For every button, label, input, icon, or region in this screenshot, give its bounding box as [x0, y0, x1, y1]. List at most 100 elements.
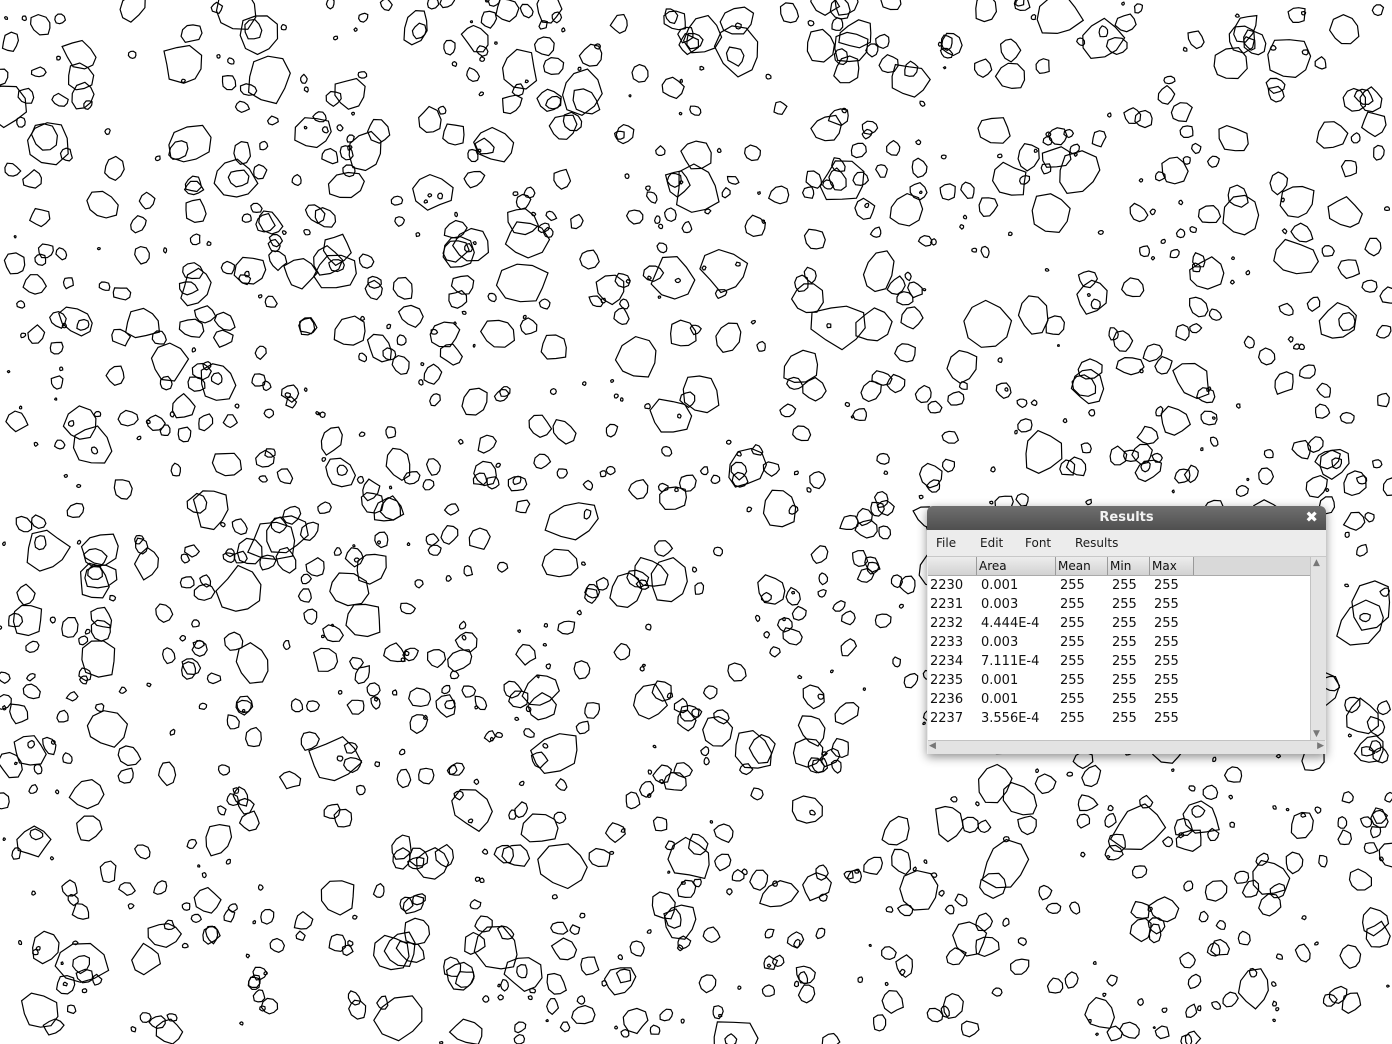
particle-outline — [1045, 315, 1066, 336]
menu-results[interactable]: Results — [1075, 536, 1118, 550]
particle-outline — [556, 468, 569, 479]
particle-outline — [676, 879, 697, 899]
particle-outline — [190, 913, 203, 924]
particle-outline — [266, 115, 279, 126]
cell-mean: 255 — [1060, 635, 1085, 650]
particle-outline — [118, 882, 136, 896]
particle-outline — [168, 124, 212, 163]
results-table[interactable]: Area Mean Min Max 2230 0.001 255 255 255 2231… — [928, 557, 1310, 740]
particle-outline — [544, 502, 599, 541]
menu-file[interactable]: File — [936, 536, 956, 550]
particle-outline — [1038, 884, 1053, 901]
table-row[interactable]: 2231 0.003 255 255 255 — [928, 595, 1310, 614]
cell-index: 2234 — [930, 654, 964, 669]
particle-outline — [1072, 751, 1094, 770]
particle-outline — [305, 556, 325, 577]
particle-outline — [1267, 85, 1285, 103]
table-row[interactable]: 2232 4.444E-4 255 255 255 — [928, 614, 1310, 633]
particle-outline — [935, 805, 964, 843]
column-header-index[interactable] — [928, 557, 977, 575]
results-window[interactable]: Results ✖ File Edit Font Results Area Me… — [927, 506, 1326, 754]
particle-outline — [253, 163, 268, 180]
particle-outline — [1314, 56, 1327, 70]
column-header-mean[interactable]: Mean — [1056, 557, 1108, 575]
particle-outline — [303, 608, 318, 625]
particle-outline — [546, 997, 560, 1016]
particle-outline — [427, 544, 442, 556]
particle-outline — [715, 322, 742, 353]
particle-outline — [1184, 1030, 1202, 1044]
cell-index: 2232 — [930, 616, 964, 631]
vertical-scrollbar[interactable]: ▲ ▼ — [1310, 557, 1326, 740]
cell-area: 3.556E-4 — [981, 711, 1040, 726]
particle-outline — [1237, 968, 1269, 1010]
particle-outline — [333, 546, 343, 556]
particle-outline — [550, 937, 578, 961]
particle-outline — [494, 41, 498, 45]
particle-outline — [937, 41, 943, 47]
particle-outline — [22, 683, 41, 700]
particle-outline — [159, 424, 171, 436]
scroll-up-icon[interactable]: ▲ — [1313, 558, 1320, 568]
particle-outline — [852, 171, 870, 187]
particle-outline — [1275, 1007, 1280, 1012]
particle-outline — [605, 423, 619, 438]
table-row[interactable]: 2235 0.001 255 255 255 — [928, 671, 1310, 690]
particle-outline — [329, 572, 370, 607]
particle-outline — [620, 827, 626, 833]
particle-outline — [469, 898, 482, 910]
particle-outline — [915, 139, 922, 146]
particle-outline — [584, 587, 599, 605]
particle-outline — [1070, 368, 1105, 405]
scroll-right-icon[interactable]: ▶ — [1317, 741, 1324, 751]
table-row[interactable]: 2233 0.003 255 255 255 — [928, 633, 1310, 652]
particle-outline — [220, 521, 226, 528]
horizontal-scrollbar[interactable]: ◀ ▶ — [928, 740, 1325, 754]
particle-outline — [213, 158, 259, 198]
table-row[interactable]: 2230 0.001 255 255 255 — [928, 576, 1310, 595]
particle-outline — [661, 76, 685, 100]
particle-outline — [1105, 854, 1111, 859]
particle-outline — [771, 954, 785, 968]
table-row[interactable]: 2237 3.556E-4 255 255 255 — [928, 709, 1310, 728]
close-icon[interactable]: ✖ — [1305, 508, 1318, 526]
particle-outline — [864, 202, 870, 209]
particle-outline — [483, 730, 497, 743]
particle-outline — [911, 157, 928, 179]
particle-outline — [608, 850, 615, 855]
particle-outline — [1278, 302, 1294, 317]
particle-outline — [791, 795, 823, 824]
particle-outline — [1321, 244, 1335, 257]
particle-outline — [1185, 1003, 1198, 1019]
table-row[interactable]: 2234 7.111E-4 255 255 255 — [928, 652, 1310, 671]
results-titlebar[interactable]: Results ✖ — [927, 506, 1326, 530]
particle-outline — [1322, 993, 1338, 1007]
particle-outline — [1139, 245, 1151, 258]
column-header-min[interactable]: Min — [1108, 557, 1150, 575]
particle-outline — [1218, 124, 1249, 152]
particle-outline — [698, 974, 717, 994]
particle-outline — [1342, 87, 1366, 112]
particle-outline — [325, 457, 357, 488]
table-row[interactable]: 2236 0.001 255 255 255 — [928, 690, 1310, 709]
particle-outline — [374, 697, 379, 702]
column-header-area[interactable]: Area — [977, 557, 1056, 575]
particle-outline — [281, 505, 302, 525]
particle-outline — [757, 191, 761, 196]
particle-outline — [298, 317, 316, 335]
menu-font[interactable]: Font — [1025, 536, 1051, 550]
column-header-max[interactable]: Max — [1150, 557, 1194, 575]
particle-outline — [138, 191, 156, 210]
cell-min: 255 — [1112, 654, 1137, 669]
particle-outline — [150, 342, 190, 382]
particle-outline — [652, 816, 668, 832]
particle-outline — [336, 124, 344, 132]
particle-outline — [501, 48, 538, 90]
particle-outline — [515, 193, 532, 210]
particle-outline — [1237, 930, 1251, 946]
menu-edit[interactable]: Edit — [980, 536, 1003, 550]
scroll-left-icon[interactable]: ◀ — [929, 741, 936, 751]
particle-outline — [746, 506, 753, 513]
scroll-down-icon[interactable]: ▼ — [1313, 729, 1320, 739]
particle-outline — [61, 39, 97, 70]
